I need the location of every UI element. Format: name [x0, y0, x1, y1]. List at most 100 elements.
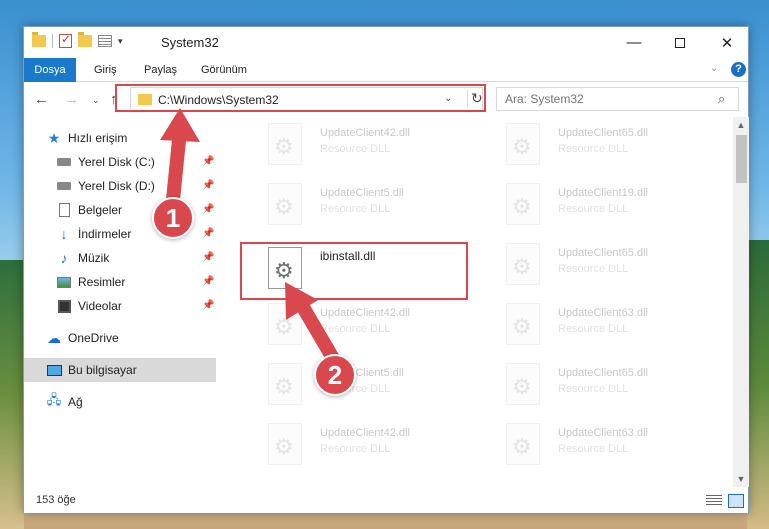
search-box[interactable]: ⌕: [496, 87, 739, 111]
file-item[interactable]: UpdateClient63.dll Resource DLL: [506, 299, 726, 351]
pin-icon[interactable]: 📌: [202, 180, 214, 191]
file-type: Resource DLL: [558, 203, 629, 215]
sidebar-item-label: Videolar: [78, 299, 122, 313]
sidebar-item-local-disk-d[interactable]: Yerel Disk (D:) 📌: [24, 174, 216, 198]
file-name: UpdateClient42.dll: [320, 427, 410, 439]
desktop-background-left: [0, 260, 24, 529]
back-arrow-icon[interactable]: ←: [34, 91, 49, 108]
forward-arrow-icon[interactable]: →: [64, 91, 79, 108]
pin-icon[interactable]: 📌: [202, 204, 214, 215]
sidebar-item-label: OneDrive: [68, 331, 119, 345]
search-icon[interactable]: ⌕: [718, 91, 725, 107]
file-name: UpdateClient42.dll: [320, 127, 410, 139]
sidebar-item-network[interactable]: 🖧 Ağ: [24, 390, 216, 414]
file-list: UpdateClient42.dll Resource DLL UpdateCl…: [238, 119, 732, 485]
file-item[interactable]: UpdateClient42.dll Resource DLL: [268, 299, 488, 351]
folder-icon[interactable]: [32, 32, 46, 47]
sidebar-item-music[interactable]: ♪ Müzik 📌: [24, 246, 216, 270]
new-folder-icon[interactable]: [78, 32, 92, 47]
ribbon-tabs: Dosya Giriş Paylaş Görünüm ⌄ ?: [24, 58, 748, 82]
file-item[interactable]: UpdateClient19.dll Resource DLL: [506, 179, 726, 231]
vertical-scrollbar[interactable]: ▲ ▼: [733, 117, 749, 487]
star-icon: ★: [47, 129, 61, 146]
sidebar-item-videos[interactable]: Videolar 📌: [24, 294, 216, 318]
network-icon: 🖧: [46, 392, 62, 407]
file-name: UpdateClient65.dll: [558, 367, 648, 379]
file-type: Resource DLL: [558, 383, 629, 395]
pin-icon[interactable]: 📌: [202, 276, 214, 287]
toolbar-divider: [52, 34, 53, 48]
file-type: Resource DLL: [558, 143, 629, 155]
pin-icon[interactable]: 📌: [202, 156, 214, 167]
help-icon[interactable]: ?: [731, 62, 746, 77]
expand-ribbon-chevron-icon[interactable]: ⌄: [710, 63, 718, 74]
video-icon: [56, 299, 72, 313]
file-name: UpdateClient65.dll: [558, 127, 648, 139]
file-type: Resource DLL: [320, 323, 391, 335]
computer-icon: [46, 363, 62, 377]
minimize-icon: —: [626, 34, 642, 51]
customize-toolbar-chevron-icon[interactable]: ▾: [118, 36, 123, 47]
large-icons-view-icon[interactable]: [728, 494, 744, 508]
sidebar-item-label: Belgeler: [78, 203, 123, 217]
tab-file[interactable]: Dosya: [24, 58, 76, 82]
file-item[interactable]: UpdateClient42.dll Resource DLL: [268, 119, 488, 171]
file-name: UpdateClient19.dll: [558, 187, 648, 199]
file-item[interactable]: UpdateClient5.dll Resource DLL: [268, 359, 488, 411]
sidebar-item-label: Müzik: [78, 251, 110, 265]
sidebar-item-quick-access[interactable]: ★ Hızlı erişim: [24, 126, 216, 150]
sidebar-item-local-disk-c[interactable]: Yerel Disk (C:) 📌: [24, 150, 216, 174]
scroll-down-icon[interactable]: ▼: [733, 471, 749, 487]
up-arrow-icon[interactable]: ↑: [110, 91, 118, 108]
file-item[interactable]: UpdateClient65.dll Resource DLL: [506, 119, 726, 171]
file-explorer-window: ▾ System32 — ✕ Dosya Giriş Paylaş Görünü…: [23, 26, 749, 513]
dll-file-icon: [268, 363, 302, 405]
file-name: UpdateClient5.dll: [320, 187, 404, 199]
close-button[interactable]: ✕: [704, 27, 750, 58]
download-icon: ↓: [60, 226, 68, 242]
pin-icon[interactable]: 📌: [202, 252, 214, 263]
view-properties-icon[interactable]: [98, 35, 112, 47]
dll-file-icon: [268, 183, 302, 225]
address-folder-icon: [138, 94, 152, 105]
minimize-button[interactable]: —: [611, 27, 657, 58]
status-bar: 153 öğe: [24, 489, 748, 513]
scrollbar-thumb[interactable]: [736, 135, 747, 183]
properties-check-icon[interactable]: [59, 32, 72, 48]
pin-icon[interactable]: 📌: [202, 228, 214, 239]
details-view-icon[interactable]: [706, 495, 722, 507]
sidebar-item-pictures[interactable]: Resimler 📌: [24, 270, 216, 294]
pin-icon[interactable]: 📌: [202, 300, 214, 311]
file-item[interactable]: UpdateClient65.dll Resource DLL: [506, 239, 726, 291]
disk-icon: [56, 155, 72, 169]
file-item[interactable]: UpdateClient65.dll Resource DLL: [506, 359, 726, 411]
dll-file-icon: [506, 183, 540, 225]
quick-access-toolbar: ▾: [32, 32, 123, 48]
dll-file-icon: [268, 303, 302, 345]
file-item[interactable]: UpdateClient63.dll Resource DLL: [506, 419, 726, 471]
sidebar-item-label: Resimler: [78, 275, 126, 289]
sidebar-item-label: Bu bilgisayar: [68, 363, 137, 377]
search-input[interactable]: [505, 92, 705, 106]
address-dropdown-icon[interactable]: ⌄: [444, 93, 452, 104]
tab-share[interactable]: Paylaş: [144, 58, 177, 82]
file-item-ibinstall[interactable]: ibinstall.dll: [268, 243, 488, 295]
item-count: 153 öğe: [36, 494, 76, 506]
tab-home[interactable]: Giriş: [94, 58, 117, 82]
file-name: ibinstall.dll: [320, 249, 376, 263]
sidebar-item-this-pc[interactable]: Bu bilgisayar: [24, 358, 216, 382]
sidebar-item-onedrive[interactable]: ☁ OneDrive: [24, 326, 216, 350]
navigation-pane: ★ Hızlı erişim Yerel Disk (C:) 📌 Yerel D…: [24, 122, 216, 482]
maximize-button[interactable]: [657, 27, 703, 58]
file-item[interactable]: UpdateClient42.dll Resource DLL: [268, 419, 488, 471]
recent-locations-chevron-icon[interactable]: ⌄: [92, 95, 100, 106]
maximize-icon: [675, 37, 685, 48]
dll-file-icon: [268, 247, 302, 289]
scroll-up-icon[interactable]: ▲: [733, 117, 749, 133]
tab-view[interactable]: Görünüm: [201, 58, 247, 82]
file-item[interactable]: UpdateClient5.dll Resource DLL: [268, 179, 488, 231]
address-bar[interactable]: C:\Windows\System32 ⌄ ↻: [130, 87, 483, 111]
refresh-icon[interactable]: ↻: [467, 90, 483, 107]
address-path[interactable]: C:\Windows\System32: [158, 93, 279, 107]
sidebar-item-label: Ağ: [68, 395, 83, 409]
